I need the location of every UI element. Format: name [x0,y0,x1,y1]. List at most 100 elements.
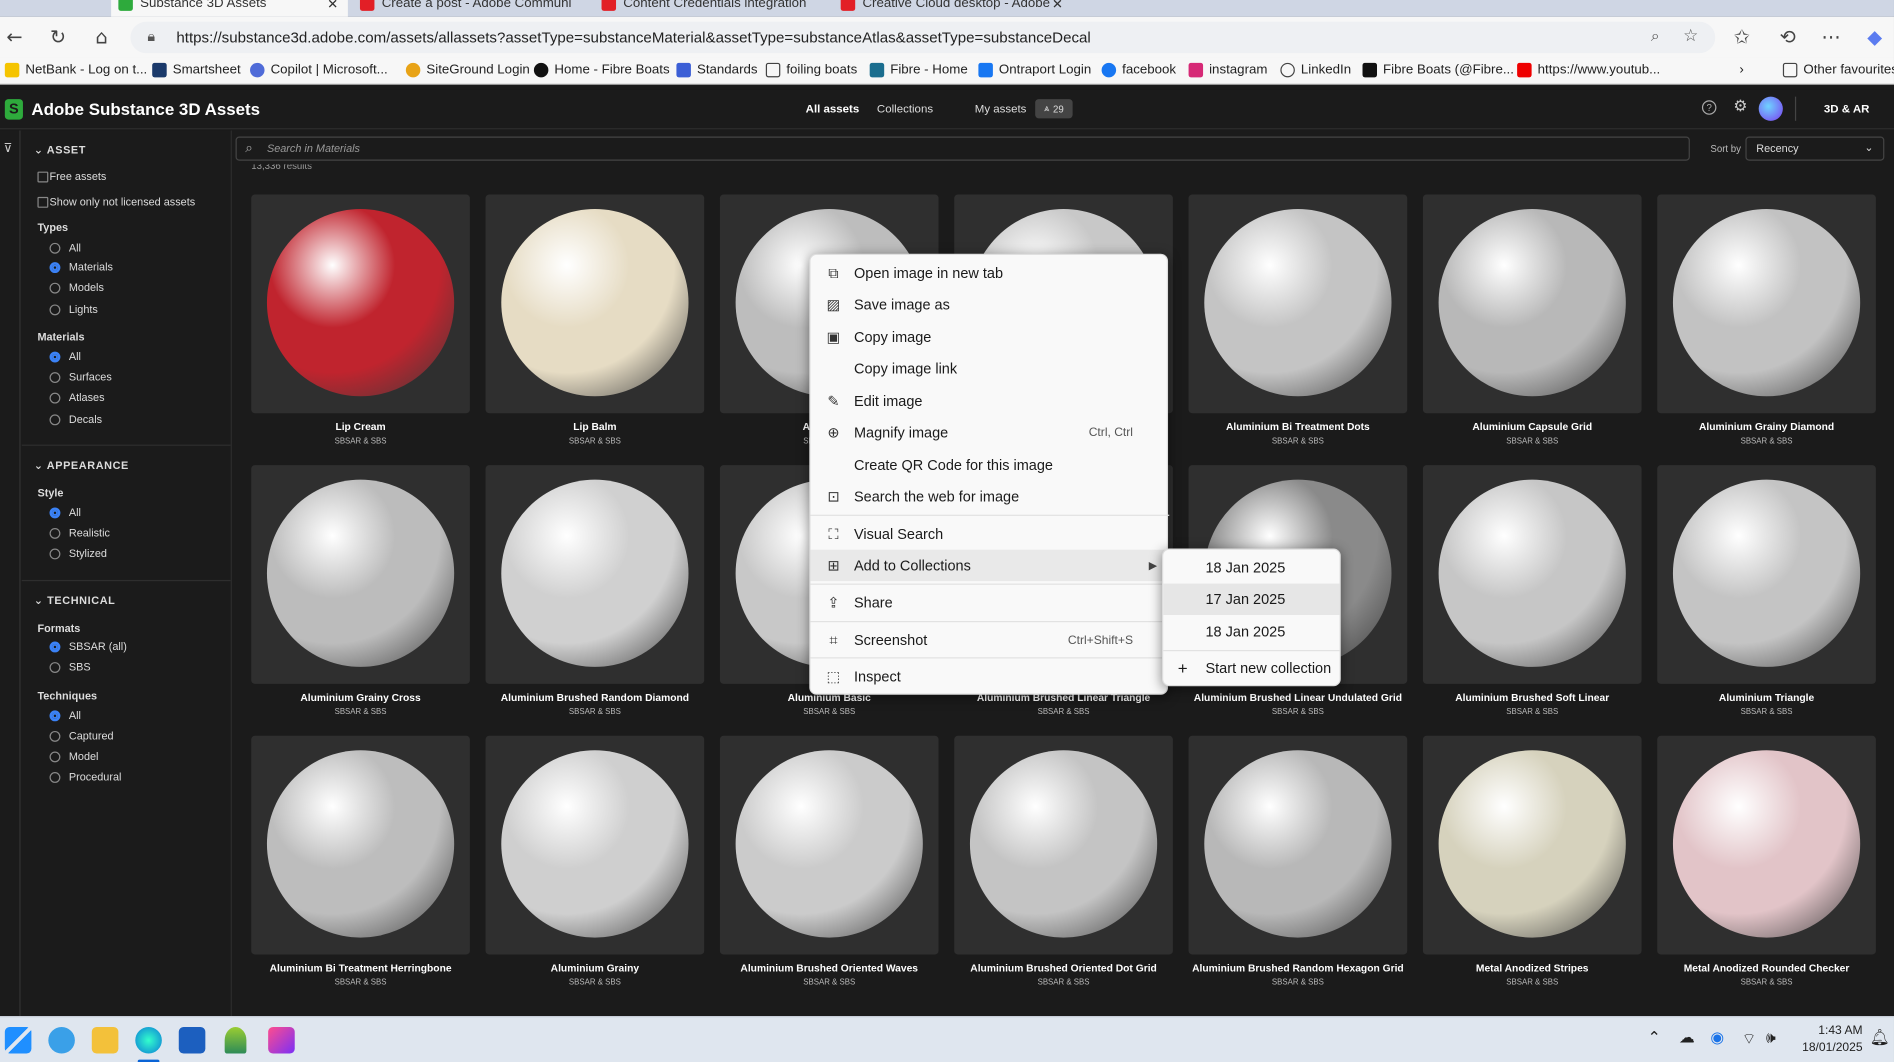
radio-type-all[interactable]: All [49,240,81,254]
radio-button[interactable] [49,282,61,293]
menu-magnify-image[interactable]: ⊕ Magnify image Ctrl, Ctrl [811,417,1170,448]
favorite-item[interactable]: Ontraport Login [978,62,1091,78]
close-tab-icon[interactable]: ✕ [1052,0,1063,11]
collection-item[interactable]: 18 Jan 2025 [1163,552,1339,583]
favorite-item[interactable]: SiteGround Login [405,62,530,78]
favorite-item[interactable]: Standards [676,62,758,78]
sort-select[interactable]: Recency ⌄ [1745,136,1885,161]
vertical-tabs-icon[interactable] [36,0,63,17]
file-explorer-icon[interactable] [91,1026,119,1054]
tray-overflow-icon[interactable]: ⌃ [1648,1029,1661,1047]
free-assets-checkbox[interactable]: Free assets [37,169,106,183]
favorite-item[interactable]: Fibre - Home [869,62,968,78]
checkbox-box[interactable] [37,170,49,182]
security-icon[interactable]: ◉ [1710,1029,1724,1047]
asset-thumbnail[interactable] [1188,194,1408,414]
asset-name[interactable]: Aluminium Grainy Diamond [1657,420,1876,432]
asset-thumbnail[interactable] [1188,735,1408,955]
favorite-star-icon[interactable]: ☆ [1683,27,1698,46]
asset-thumbnail[interactable] [485,465,705,684]
close-tab-icon[interactable]: ✕ [327,0,338,11]
asset-name[interactable]: Aluminium Capsule Grid [1423,420,1642,432]
radio-technique-model[interactable]: Model [49,749,98,763]
radio-materials-surfaces[interactable]: Surfaces [49,370,112,384]
tab-actions-icon[interactable] [7,0,34,17]
copilot-icon[interactable]: ◆ [1863,26,1887,49]
radio-button[interactable] [49,413,61,425]
asset-thumbnail[interactable] [251,194,470,414]
asset-name[interactable]: Lip Cream [251,420,470,432]
radio-button[interactable] [49,771,61,783]
tab-collections[interactable]: Collections [877,103,933,116]
radio-style-stylized[interactable]: Stylized [49,546,107,560]
radio-button[interactable] [49,527,61,539]
asset-name[interactable]: Aluminium Brushed Random Diamond [486,691,705,703]
settings-gear-icon[interactable]: ⚙ [1733,98,1747,116]
not-licensed-checkbox[interactable]: Show only not licensed assets [37,195,195,209]
radio-button[interactable] [49,303,61,315]
collection-item[interactable]: 17 Jan 2025 [1163,583,1340,615]
radio-button-selected[interactable] [49,640,61,652]
edge-browser-icon[interactable] [135,1026,162,1054]
radio-materials-atlases[interactable]: Atlases [49,390,105,404]
search-input[interactable]: ⌕ Search in Materials [235,136,1690,161]
radio-button-selected[interactable] [49,506,61,518]
back-icon[interactable]: ← [2,26,26,49]
asset-thumbnail[interactable] [251,735,470,955]
section-technical[interactable]: ⌄ TECHNICAL [34,594,116,607]
wifi-icon[interactable]: ⌔ [1742,1029,1757,1049]
menu-open-image-new-tab[interactable]: ⧉ Open image in new tab [811,257,1170,288]
menu-add-to-collections[interactable]: ⊞ Add to Collections ▶ [810,549,1170,582]
asset-thumbnail[interactable] [719,735,939,955]
favorite-item[interactable]: LinkedIn [1280,62,1351,78]
radio-type-lights[interactable]: Lights [49,302,98,316]
radio-button[interactable] [49,750,61,762]
favorite-item[interactable]: Fibre Boats (@Fibre... [1362,62,1514,78]
menu-edit-image[interactable]: ✎ Edit image [811,385,1170,416]
radio-button[interactable] [49,371,61,383]
menu-copy-image[interactable]: ▣ Copy image [811,321,1170,352]
menu-visual-search[interactable]: ⛶ Visual Search [811,518,1170,549]
asset-name[interactable]: Aluminium Bi Treatment Dots [1189,420,1408,432]
download-credits-badge[interactable]: ⩓ 29 [1035,99,1073,119]
menu-screenshot[interactable]: ⌗ Screenshot Ctrl+Shift+S [811,625,1170,656]
radio-materials-decals[interactable]: Decals [49,412,102,426]
favorite-item[interactable]: Smartsheet [152,62,241,78]
other-favourites[interactable]: Other favourites [1782,62,1894,78]
asset-name[interactable]: Aluminium Brushed Oriented Dot Grid [954,962,1173,974]
asset-thumbnail[interactable] [1422,194,1642,414]
radio-style-realistic[interactable]: Realistic [49,526,110,540]
menu-copy-image-link[interactable]: Copy image link [811,353,1170,384]
onedrive-icon[interactable]: ☁ [1679,1029,1695,1047]
asset-thumbnail[interactable] [1657,194,1876,414]
browser-tab[interactable]: Content Credentials integration [594,0,831,17]
filter-toggle-rail[interactable]: ⊽ [0,130,21,1017]
favorite-item[interactable]: https://www.youtub... [1517,62,1660,78]
notifications-icon[interactable]: 🔔︎ [1870,1029,1890,1047]
asset-name[interactable]: Aluminium Triangle [1657,691,1876,703]
asset-thumbnail[interactable] [1422,735,1642,955]
asset-name[interactable]: Aluminium Brushed Linear Undulated Grid [1189,691,1408,703]
radio-type-models[interactable]: Models [49,280,104,294]
filter-icon[interactable]: ⊽ [4,143,13,156]
radio-button[interactable] [49,242,61,254]
weather-widget-icon[interactable] [48,1026,75,1054]
asset-name[interactable]: Metal Anodized Stripes [1423,962,1642,974]
volume-icon[interactable]: 🕪︎ [1766,1029,1776,1047]
asset-name[interactable]: Metal Anodized Rounded Checker [1657,962,1876,974]
workspaces-icon[interactable] [77,0,104,17]
radio-format-sbs[interactable]: SBS [49,660,91,674]
avatar[interactable] [1758,96,1783,121]
radio-button-selected[interactable] [49,261,61,273]
radio-technique-captured[interactable]: Captured [49,729,114,743]
history-icon[interactable]: ⟲ [1776,26,1800,49]
asset-name[interactable]: Aluminium Grainy Cross [251,691,470,703]
asset-thumbnail[interactable] [485,735,705,955]
address-bar[interactable]: 🔒︎ https://substance3d.adobe.com/assets/… [130,21,1716,54]
favorite-item[interactable]: Copilot | Microsoft... [250,62,388,78]
menu-inspect[interactable]: ⬚ Inspect [811,661,1170,692]
tab-my-assets[interactable]: My assets [975,103,1027,116]
checkbox-box[interactable] [37,196,49,208]
radio-button[interactable] [49,730,61,742]
favorite-item[interactable]: Home - Fibre Boats [533,62,670,78]
